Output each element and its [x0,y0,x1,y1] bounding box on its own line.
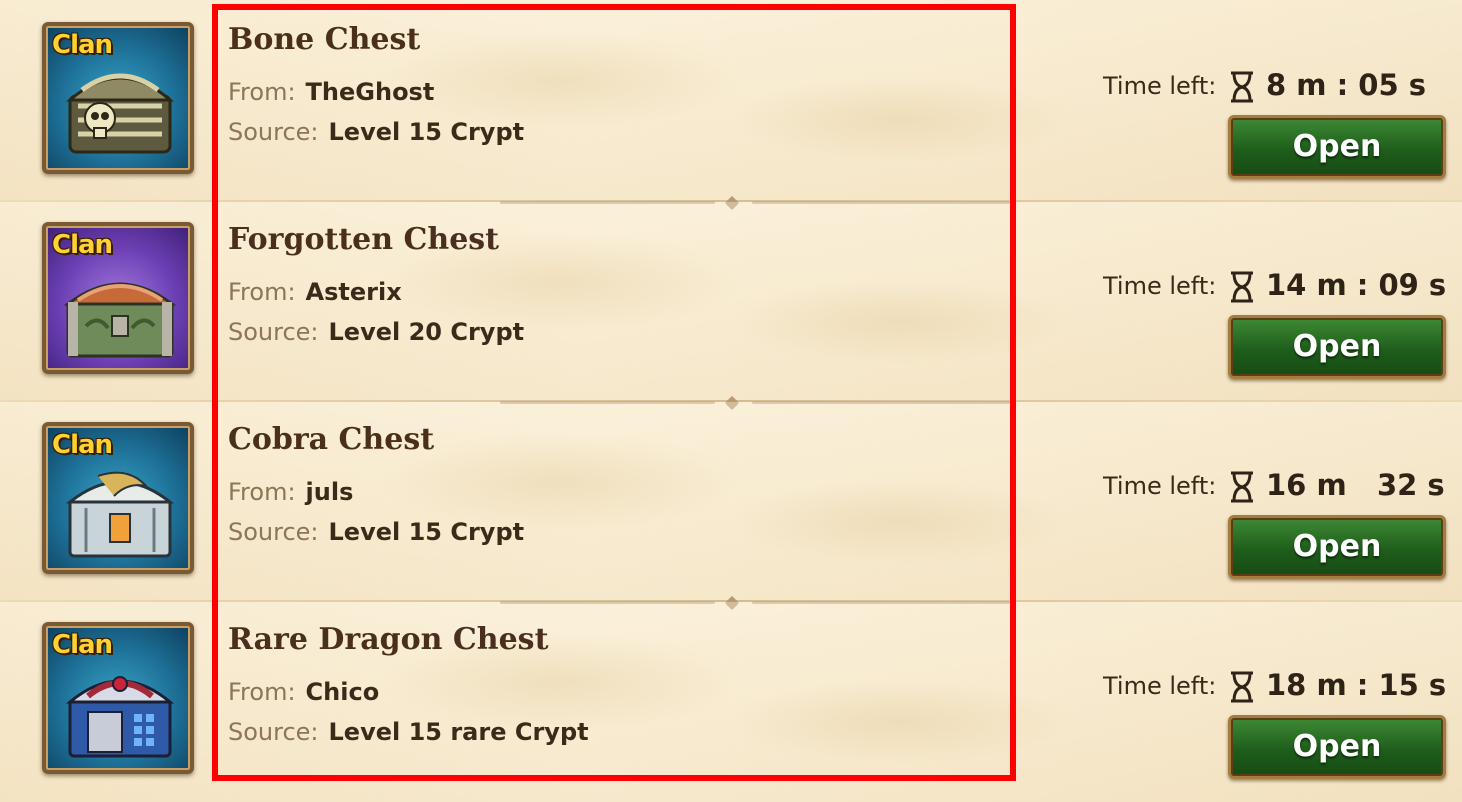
open-button[interactable]: Open [1228,315,1446,379]
source-label: Source: [228,118,319,146]
time-left-value: 14 m : 09 s [1266,268,1447,302]
clan-badge: Clan [52,30,113,60]
open-button[interactable]: Open [1228,715,1446,779]
source-line: Source: Level 20 Crypt [228,318,524,346]
chest-title: Rare Dragon Chest [228,622,549,657]
from-value: juls [305,478,354,506]
source-value: Level 20 Crypt [328,318,525,346]
open-button[interactable]: Open [1228,515,1446,579]
source-label: Source: [228,318,319,346]
source-line: Source: Level 15 Crypt [228,518,524,546]
source-line: Source: Level 15 Crypt [228,118,524,146]
chest-title: Bone Chest [228,22,421,57]
hourglass-icon [1231,671,1253,703]
source-label: Source: [228,718,319,746]
open-button[interactable]: Open [1228,115,1446,179]
source-value: Level 15 Crypt [328,118,525,146]
source-value: Level 15 rare Crypt [328,718,589,746]
from-label: From: [228,78,296,106]
bone-chest-icon: Clan [42,22,194,174]
time-left-value: 8 m : 05 s [1266,68,1426,102]
hourglass-icon [1231,471,1253,503]
clan-badge: Clan [52,230,113,260]
time-left-label: Time left: [1103,472,1217,500]
time-left-value: 18 m : 15 s [1266,668,1447,702]
from-label: From: [228,278,296,306]
from-label: From: [228,678,296,706]
from-line: From: TheGhost [228,78,434,106]
time-left-label: Time left: [1103,272,1217,300]
from-label: From: [228,478,296,506]
clan-badge: Clan [52,430,113,460]
from-value: Asterix [305,278,402,306]
time-left-label: Time left: [1103,72,1217,100]
clan-badge: Clan [52,630,113,660]
chest-row: Clan Forgotten Chest From: Asterix Source… [0,202,1462,402]
chest-row: Clan Bone Chest From: TheGhost Source: Lev… [0,0,1462,200]
rare-dragon-chest-icon: Clan [42,622,194,774]
from-line: From: Asterix [228,278,402,306]
from-value: TheGhost [305,78,435,106]
from-line: From: juls [228,478,353,506]
from-line: From: Chico [228,678,379,706]
source-value: Level 15 Crypt [328,518,525,546]
chest-row: Clan Cobra Chest From: juls Source: Level … [0,402,1462,602]
chest-title: Cobra Chest [228,422,435,457]
time-left-label: Time left: [1103,672,1217,700]
hourglass-icon [1231,71,1253,103]
cobra-chest-icon: Clan [42,422,194,574]
forgotten-chest-icon: Clan [42,222,194,374]
hourglass-icon [1231,271,1253,303]
time-left-value: 16 m 32 s [1266,468,1445,502]
chest-title: Forgotten Chest [228,222,500,257]
from-value: Chico [305,678,380,706]
source-label: Source: [228,518,319,546]
source-line: Source: Level 15 rare Crypt [228,718,589,746]
chest-row: Clan Rare Dragon Chest From: Chico Source… [0,602,1462,802]
